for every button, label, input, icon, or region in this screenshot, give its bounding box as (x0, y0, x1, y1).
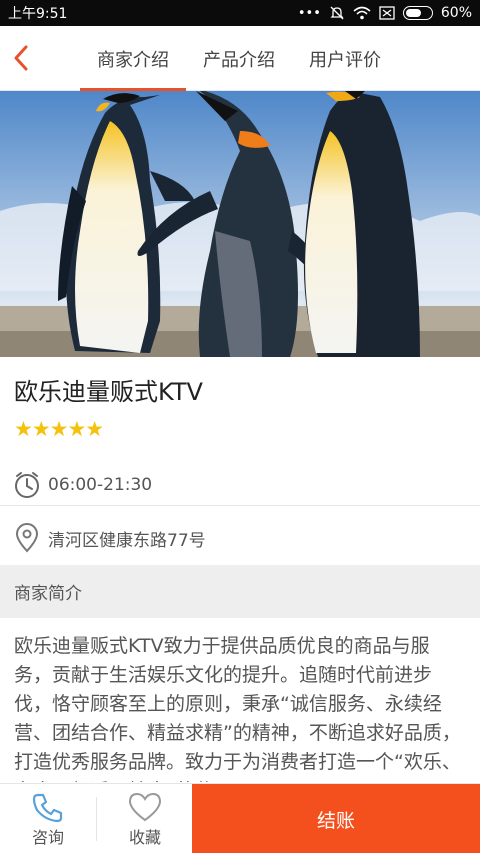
favorite-button[interactable]: 收藏 (97, 784, 193, 853)
battery-percent: 60% (440, 5, 472, 21)
tab-user-reviews[interactable]: 用户评价 (292, 26, 398, 91)
consult-label: 咨询 (31, 828, 64, 847)
consult-button[interactable]: 咨询 (0, 784, 96, 853)
section-merchant-profile: 商家简介 (0, 565, 480, 618)
mute-icon (329, 5, 345, 21)
store-name: 欧乐迪量贩式KTV (14, 378, 203, 406)
bottom-action-bar: 咨询 收藏 结账 (0, 783, 480, 853)
favorite-label: 收藏 (128, 828, 161, 847)
business-hours: 06:00-21:30 (48, 474, 153, 495)
sim-off-icon (379, 6, 395, 20)
tab-bar: 商家介绍 产品介绍 用户评价 (80, 26, 398, 91)
chevron-left-icon (14, 45, 28, 71)
more-dots-icon: ••• (297, 5, 321, 21)
merchant-photo (0, 91, 480, 357)
store-address: 清河区健康东路77号 (48, 530, 206, 551)
status-time: 上午9:51 (8, 6, 68, 22)
back-button[interactable] (8, 40, 34, 76)
address-row[interactable]: 清河区健康东路77号 (0, 520, 480, 556)
location-pin-icon (12, 523, 42, 553)
business-hours-row: 06:00-21:30 (0, 464, 480, 506)
clock-icon (12, 470, 42, 500)
top-nav: 商家介绍 产品介绍 用户评价 (0, 26, 480, 91)
rating-stars: ★★★★★ (14, 417, 104, 441)
phone-icon (31, 790, 65, 824)
status-bar: 上午9:51 ••• 60% (0, 0, 480, 26)
checkout-button[interactable]: 结账 (192, 784, 480, 853)
wifi-icon (353, 6, 371, 20)
tab-merchant-intro[interactable]: 商家介绍 (80, 26, 186, 91)
heart-icon (127, 790, 163, 824)
battery-icon (402, 6, 433, 20)
tab-product-intro[interactable]: 产品介绍 (186, 26, 292, 91)
status-icons: ••• 60% (298, 5, 472, 21)
merchant-description: 欧乐迪量贩式KTV致力于提供品质优良的商品与服务，贡献于生活娱乐文化的提升。追随… (14, 635, 461, 782)
